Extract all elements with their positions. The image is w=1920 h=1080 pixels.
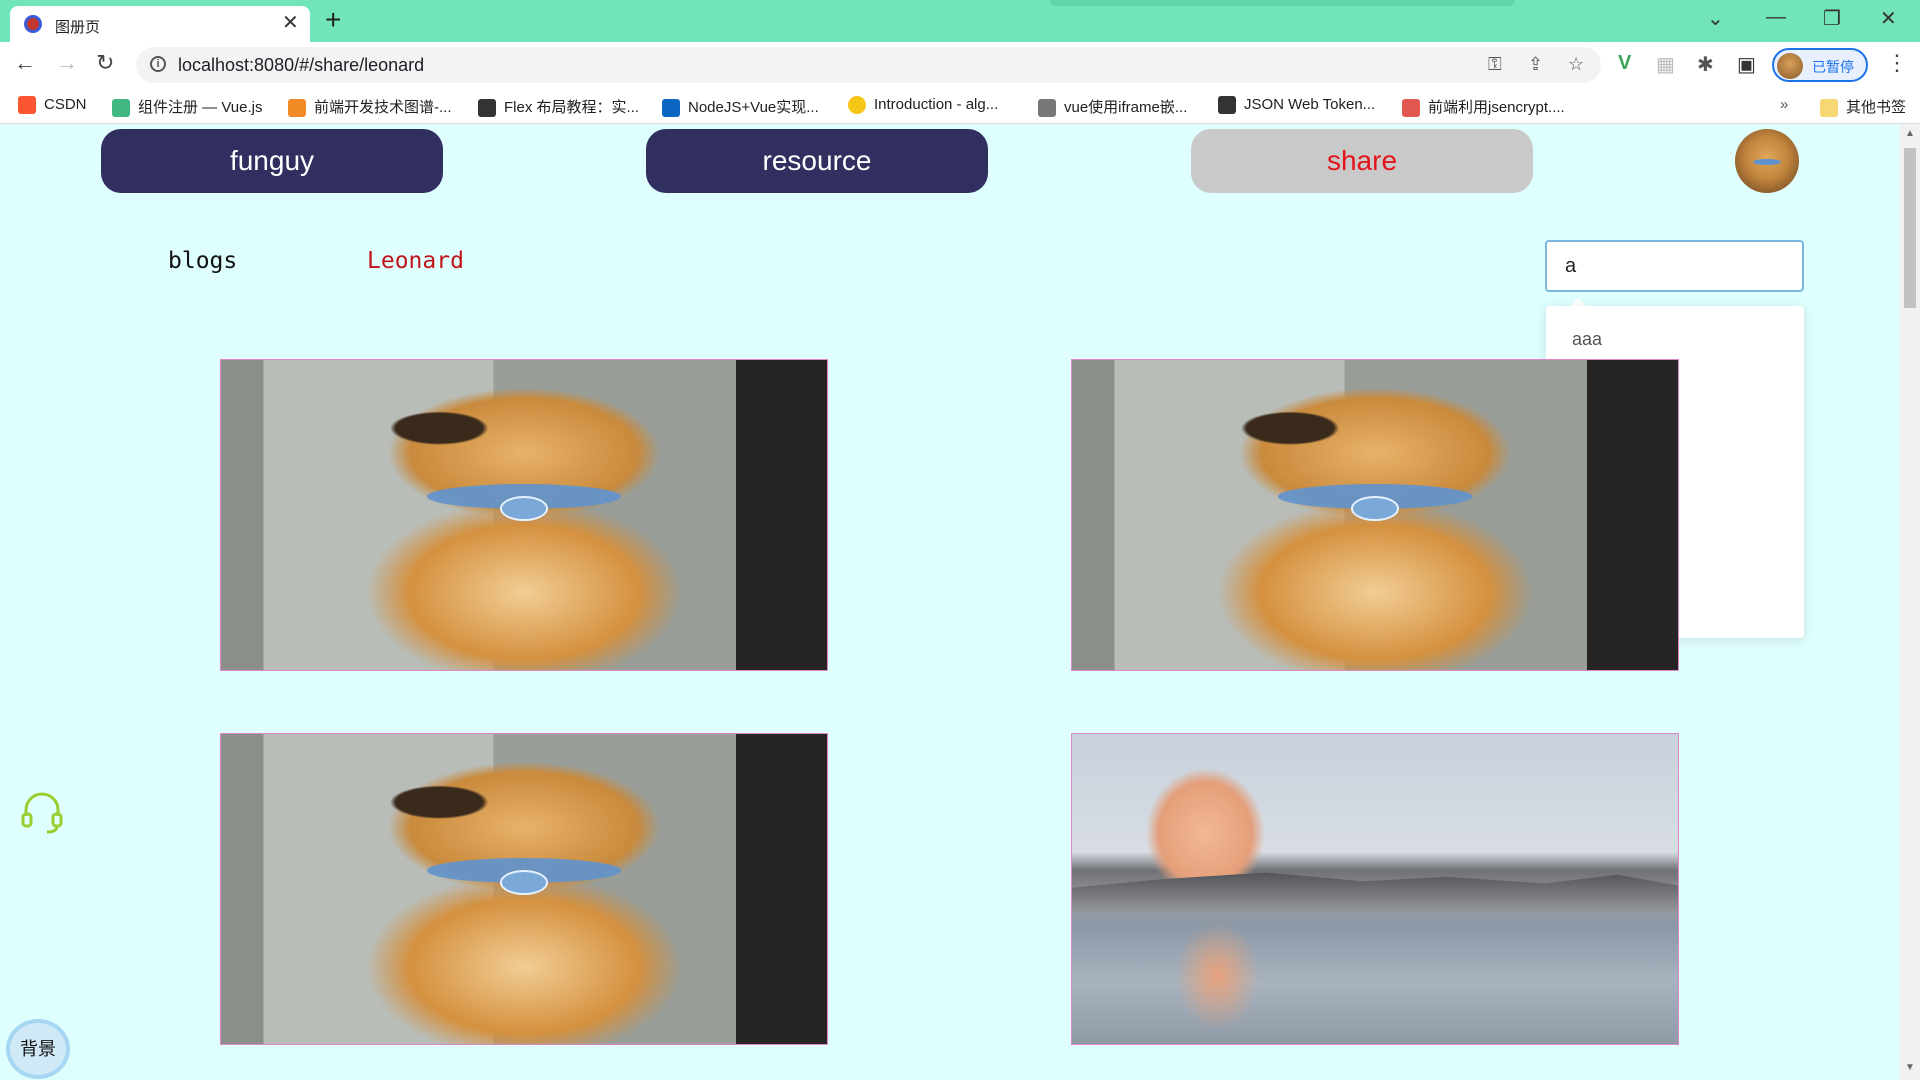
restore-icon[interactable]: ❐ (1823, 6, 1841, 31)
browser-tab[interactable]: 图册页 ✕ (10, 6, 310, 42)
scroll-up-icon[interactable]: ▲ (1905, 128, 1915, 139)
tab-search-icon[interactable]: ⌄ (1707, 6, 1724, 31)
avatar-collar (1753, 159, 1781, 165)
tab-title: 图册页 (55, 19, 101, 36)
jianshu-icon (1402, 99, 1420, 118)
csdn-icon (18, 96, 36, 115)
dog-tag (499, 870, 549, 896)
window-close-icon[interactable]: ✕ (1880, 6, 1897, 31)
bookmarks-bar: CSDN 组件注册 — Vue.js 前端开发技术图谱-... Flex 布局教… (0, 88, 1920, 124)
scroll-down-icon[interactable]: ▼ (1905, 1062, 1915, 1073)
user-avatar[interactable] (1735, 129, 1799, 193)
profile-avatar (1777, 53, 1803, 79)
landscape-ridge (1072, 872, 1678, 914)
suggestion-item[interactable]: aaa (1572, 329, 1602, 350)
gallery-image-dog[interactable] (220, 359, 828, 671)
nav-funguy-button[interactable]: funguy (101, 129, 443, 193)
browser-menu-icon[interactable]: ⋮ (1886, 50, 1908, 76)
puzzle-icon[interactable]: ✱ (1697, 52, 1714, 77)
scroll-thumb[interactable] (1904, 148, 1916, 308)
bookmark-jwt[interactable]: JSON Web Token... (1218, 96, 1375, 115)
bookmark-nodejs[interactable]: NodeJS+Vue实现... (662, 96, 819, 118)
key-icon[interactable]: ⚿ (1488, 54, 1502, 75)
bookmark-frontend-map[interactable]: 前端开发技术图谱-... (288, 96, 452, 118)
dog-tag (1350, 496, 1400, 522)
profile-button[interactable]: 已暂停 (1772, 48, 1868, 82)
bookmark-flex[interactable]: Flex 布局教程：实... (478, 96, 639, 118)
tab-close-icon[interactable]: ✕ (282, 10, 299, 35)
site-info-icon[interactable]: i (150, 56, 166, 72)
bookmark-iframe[interactable]: vue使用iframe嵌... (1038, 96, 1187, 118)
page-scrollbar[interactable]: ▲ ▼ (1900, 124, 1920, 1080)
user-name-link[interactable]: Leonard (367, 248, 464, 274)
page-content: funguy resource share blogs Leonard a aa… (0, 124, 1900, 1080)
forward-icon[interactable]: → (56, 50, 78, 76)
gallery-image-dog[interactable] (1071, 359, 1679, 671)
side-panel-icon[interactable]: ▣ (1737, 52, 1756, 77)
headset-icon[interactable] (20, 790, 64, 834)
reload-icon[interactable]: ↻ (96, 50, 114, 76)
ruanyf-icon (1218, 96, 1236, 115)
browser-tab-bar: 图册页 ✕ + ⌄ — ❐ ✕ (0, 0, 1920, 42)
nav-resource-button[interactable]: resource (646, 129, 988, 193)
gallery-image-dog[interactable] (220, 733, 828, 1045)
bookmarks-more-icon[interactable]: » (1780, 96, 1788, 113)
share-icon[interactable]: ⇪ (1528, 54, 1543, 75)
minimize-icon[interactable]: — (1766, 6, 1786, 29)
tab-ghost (1050, 0, 1515, 6)
bookmark-vue[interactable]: 组件注册 — Vue.js (112, 96, 262, 118)
search-input[interactable]: a (1545, 240, 1804, 292)
extension-icon[interactable]: ▦ (1656, 52, 1675, 77)
emoji-icon (848, 96, 866, 115)
bracket-icon (288, 99, 306, 118)
ruanyf-icon (478, 99, 496, 118)
new-tab-button[interactable]: + (325, 6, 341, 34)
profile-status: 已暂停 (1812, 59, 1854, 75)
folder-icon (1820, 99, 1838, 118)
dropdown-arrow (1570, 298, 1586, 306)
gallery-image-landscape[interactable] (1071, 733, 1679, 1045)
address-bar[interactable]: i localhost:8080/#/share/leonard ⚿ ⇪ ☆ (136, 47, 1601, 83)
dog-icon (1038, 99, 1056, 118)
zhihu-icon (662, 99, 680, 118)
blogs-link[interactable]: blogs (168, 248, 237, 274)
vue-icon (112, 99, 130, 118)
tab-favicon-icon (24, 15, 42, 33)
nav-share-button[interactable]: share (1191, 129, 1533, 193)
dog-tag (499, 496, 549, 522)
bookmark-jsencrypt[interactable]: 前端利用jsencrypt.... (1402, 96, 1565, 118)
bookmark-csdn[interactable]: CSDN (18, 96, 87, 115)
background-button[interactable]: 背景 (10, 1023, 66, 1075)
url-text[interactable]: localhost:8080/#/share/leonard (178, 55, 424, 76)
bookmark-introduction[interactable]: Introduction - alg... (848, 96, 998, 115)
other-bookmarks[interactable]: 其他书签 (1820, 96, 1906, 118)
star-icon[interactable]: ☆ (1568, 54, 1584, 75)
vue-devtools-icon[interactable]: V (1618, 52, 1631, 75)
back-icon[interactable]: ← (14, 50, 36, 76)
